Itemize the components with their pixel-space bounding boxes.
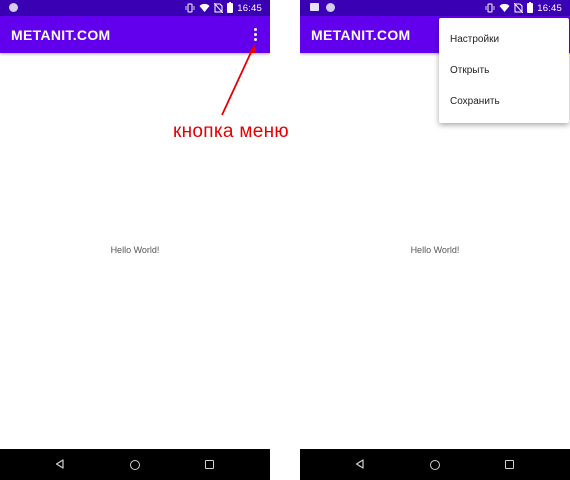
no-sim-icon: [514, 3, 524, 13]
app-title: METANIT.COM: [311, 27, 411, 43]
left-phone-screen: 16:45 METANIT.COM Hello World!: [0, 0, 270, 480]
app-bar: METANIT.COM: [0, 16, 270, 53]
wifi-icon: [499, 3, 510, 12]
annotation-label: кнопка меню: [173, 121, 289, 142]
navigation-bar: [0, 449, 270, 480]
recents-icon[interactable]: [505, 460, 514, 469]
overflow-menu-icon: [254, 28, 257, 31]
overflow-menu-button[interactable]: [247, 24, 263, 46]
vibrate-icon: [185, 3, 195, 13]
menu-item-save[interactable]: Сохранить: [439, 87, 569, 117]
image-notification-icon: [310, 3, 319, 11]
back-icon[interactable]: [55, 459, 64, 469]
battery-icon: [527, 2, 534, 13]
menu-item-label: Сохранить: [450, 96, 500, 107]
overflow-dot: [254, 33, 257, 36]
recents-icon[interactable]: [205, 460, 214, 469]
home-icon[interactable]: [430, 460, 440, 470]
status-bar: 16:45: [300, 0, 570, 16]
status-bar: 16:45: [0, 0, 270, 16]
hello-world-text: Hello World!: [410, 245, 460, 255]
overflow-dot: [254, 38, 257, 41]
hello-world-text: Hello World!: [110, 245, 160, 255]
vibrate-icon: [485, 3, 495, 13]
wifi-icon: [199, 3, 210, 12]
menu-item-label: Открыть: [450, 65, 490, 76]
menu-item-label: Настройки: [450, 34, 500, 45]
menu-item-open[interactable]: Открыть: [439, 56, 569, 86]
no-sim-icon: [214, 3, 224, 13]
notification-dot-icon: [9, 3, 18, 12]
navigation-bar: [300, 449, 570, 480]
battery-icon: [227, 2, 234, 13]
popup-menu: Настройки Открыть Сохранить: [439, 18, 569, 123]
notification-dot-icon: [326, 3, 335, 12]
right-phone-screen: 16:45 METANIT.COM Hello World! Настройки…: [300, 0, 570, 480]
status-time: 16:45: [237, 2, 262, 14]
menu-item-settings[interactable]: Настройки: [439, 25, 569, 55]
status-time: 16:45: [537, 2, 562, 14]
app-title: METANIT.COM: [11, 27, 111, 43]
home-icon[interactable]: [130, 460, 140, 470]
back-icon[interactable]: [355, 459, 364, 469]
